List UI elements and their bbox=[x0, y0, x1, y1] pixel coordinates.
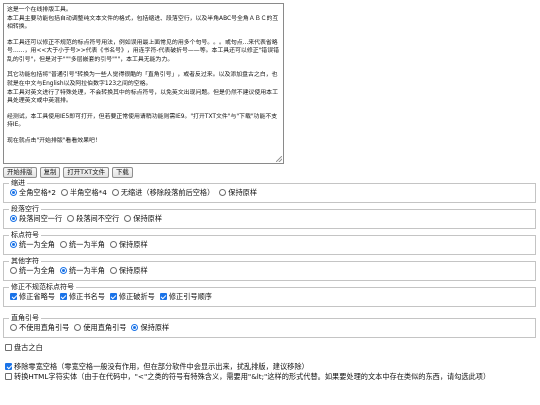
fix-punctuation-option[interactable]: 修正破折号 bbox=[109, 292, 155, 302]
pangu-option[interactable]: 盘古之白 bbox=[5, 343, 43, 353]
option-label: 半角空格*4 bbox=[69, 188, 107, 198]
option-label: 保持原样 bbox=[118, 240, 148, 250]
download-button[interactable]: 下载 bbox=[111, 167, 133, 178]
radio-selected-icon[interactable] bbox=[59, 267, 67, 275]
option-label: 统一为半角 bbox=[68, 240, 105, 250]
indent-group: 缩进 全角空格*2 半角空格*4 无缩进（移除段落前后空格） 保持原样 bbox=[3, 179, 536, 203]
editor-paragraph: 经测试，本工具使用IE5即可打开，但若要正常使用请稍功能则需IE9。"打开TXT… bbox=[7, 113, 278, 129]
other-chars-option[interactable]: 保持原样 bbox=[109, 266, 148, 276]
other-chars-group: 其他字符 统一为全角 统一为半角 保持原样 bbox=[3, 257, 536, 281]
other-chars-option[interactable]: 统一为半角 bbox=[59, 266, 105, 276]
checkbox-checked-icon[interactable] bbox=[109, 293, 117, 301]
option-label: 保持原样 bbox=[118, 266, 148, 276]
option-label: 修正引号顺序 bbox=[168, 292, 212, 302]
zero-width-label: 移除零宽空格（零宽空格一般没有作用，但在部分软件中会显示出来，扰乱排版，建议移除… bbox=[14, 362, 309, 371]
option-label: 段落间不空行 bbox=[76, 214, 120, 224]
punctuation-option[interactable]: 保持原样 bbox=[109, 240, 148, 250]
radio-icon[interactable] bbox=[111, 189, 119, 197]
quote-option[interactable]: 保持原样 bbox=[131, 323, 169, 333]
radio-icon[interactable] bbox=[109, 241, 117, 249]
fix-punctuation-option[interactable]: 修正引号顺序 bbox=[159, 292, 212, 302]
radio-icon[interactable] bbox=[124, 215, 132, 223]
blank-line-option[interactable]: 段落间不空行 bbox=[67, 214, 119, 224]
checkbox-checked-icon[interactable] bbox=[5, 363, 12, 371]
group-legend: 修正不规范标点符号 bbox=[11, 283, 74, 291]
indent-option[interactable]: 无缩进（移除段落前后空格） bbox=[111, 188, 215, 198]
radio-selected-icon[interactable] bbox=[10, 189, 17, 197]
option-label: 保持原样 bbox=[228, 188, 258, 198]
option-label: 使用直角引号 bbox=[83, 323, 127, 333]
indent-option[interactable]: 全角空格*2 bbox=[10, 188, 56, 198]
copy-button[interactable]: 复制 bbox=[39, 167, 61, 178]
html-entity-label: 转换HTML字符实体（由于在代码中，"<"之类的符号有特殊含义，需要用"&lt;… bbox=[14, 372, 491, 381]
blank-line-option[interactable]: 段落间空一行 bbox=[10, 214, 62, 224]
punctuation-group: 标点符号 统一为全角 统一为半角 保持原样 bbox=[3, 231, 536, 255]
quote-option[interactable]: 使用直角引号 bbox=[74, 323, 126, 333]
option-label: 修正书名号 bbox=[68, 292, 105, 302]
toolbar: 开始排版 复制 打开TXT文件 下载 bbox=[3, 167, 133, 178]
open-txt-button[interactable]: 打开TXT文件 bbox=[63, 167, 109, 178]
option-label: 不使用直角引号 bbox=[19, 323, 70, 333]
checkbox-icon[interactable] bbox=[5, 344, 12, 352]
checkbox-checked-icon[interactable] bbox=[159, 293, 167, 301]
radio-icon[interactable] bbox=[10, 324, 17, 332]
fix-punctuation-option[interactable]: 修正书名号 bbox=[59, 292, 105, 302]
blank-line-group: 段落空行 段落间空一行 段落间不空行 保持原样 bbox=[3, 205, 536, 229]
punctuation-option[interactable]: 统一为半角 bbox=[59, 240, 105, 250]
checkbox-checked-icon[interactable] bbox=[10, 293, 17, 301]
punctuation-option[interactable]: 统一为全角 bbox=[10, 240, 55, 250]
group-legend: 缩进 bbox=[11, 179, 25, 187]
start-format-button[interactable]: 开始排版 bbox=[3, 167, 37, 178]
group-legend: 直角引号 bbox=[11, 314, 39, 322]
radio-icon[interactable] bbox=[10, 267, 17, 275]
radio-icon[interactable] bbox=[219, 189, 227, 197]
radio-icon[interactable] bbox=[67, 215, 75, 223]
pangu-label: 盘古之白 bbox=[14, 343, 43, 352]
group-legend: 段落空行 bbox=[11, 205, 39, 213]
editor-paragraph: 其它功能包括将"普通引号"转换为一些人觉得很酷的「直角引号」，或者反过来。以及添… bbox=[7, 72, 278, 105]
group-legend: 其他字符 bbox=[11, 257, 39, 265]
option-label: 无缩进（移除段落前后空格） bbox=[120, 188, 215, 198]
zero-width-option[interactable]: 移除零宽空格（零宽空格一般没有作用，但在部分软件中会显示出来，扰乱排版，建议移除… bbox=[5, 362, 309, 372]
fix-punctuation-group: 修正不规范标点符号 修正省略号 修正书名号 修正破折号 修正引号顺序 bbox=[3, 283, 536, 307]
option-label: 保持原样 bbox=[133, 214, 163, 224]
radio-icon[interactable] bbox=[74, 324, 82, 332]
blank-line-option[interactable]: 保持原样 bbox=[124, 214, 162, 224]
option-label: 修正省略号 bbox=[19, 292, 55, 302]
group-legend: 标点符号 bbox=[11, 231, 39, 239]
radio-selected-icon[interactable] bbox=[131, 324, 139, 332]
option-label: 修正破折号 bbox=[118, 292, 155, 302]
indent-option[interactable]: 保持原样 bbox=[219, 188, 257, 198]
option-label: 保持原样 bbox=[140, 323, 170, 333]
editor-paragraph: 这是一个在线排版工具。 本工具主要功能包括自动调整纯文本文件的格式，包括缩进、段… bbox=[7, 7, 279, 31]
radio-icon[interactable] bbox=[59, 241, 67, 249]
quote-group: 直角引号 不使用直角引号 使用直角引号 保持原样 bbox=[3, 314, 536, 338]
option-label: 统一为半角 bbox=[68, 266, 105, 276]
other-chars-option[interactable]: 统一为全角 bbox=[10, 266, 55, 276]
option-label: 统一为全角 bbox=[19, 266, 55, 276]
indent-option[interactable]: 半角空格*4 bbox=[60, 188, 107, 198]
radio-icon[interactable] bbox=[60, 189, 68, 197]
text-editor[interactable]: 这是一个在线排版工具。 本工具主要功能包括自动调整纯文本文件的格式，包括缩进、段… bbox=[3, 3, 284, 164]
option-label: 段落间空一行 bbox=[19, 214, 63, 224]
checkbox-icon[interactable] bbox=[5, 373, 12, 381]
resize-grip-icon[interactable] bbox=[276, 156, 282, 162]
option-label: 全角空格*2 bbox=[19, 188, 56, 198]
editor-paragraph: 本工具还可以修正不规范的标点符号用法，例如误用最上面常见的用多个句号。。。或句点… bbox=[7, 39, 279, 63]
quote-option[interactable]: 不使用直角引号 bbox=[10, 323, 69, 333]
fix-punctuation-option[interactable]: 修正省略号 bbox=[10, 292, 55, 302]
option-label: 统一为全角 bbox=[19, 240, 55, 250]
radio-selected-icon[interactable] bbox=[10, 241, 17, 249]
radio-icon[interactable] bbox=[109, 267, 117, 275]
radio-selected-icon[interactable] bbox=[10, 215, 17, 223]
html-entity-option[interactable]: 转换HTML字符实体（由于在代码中，"<"之类的符号有特殊含义，需要用"&lt;… bbox=[5, 372, 490, 382]
checkbox-checked-icon[interactable] bbox=[59, 293, 67, 301]
editor-paragraph: 现在就点击"开始排版"看看效果吧！ bbox=[7, 137, 101, 144]
